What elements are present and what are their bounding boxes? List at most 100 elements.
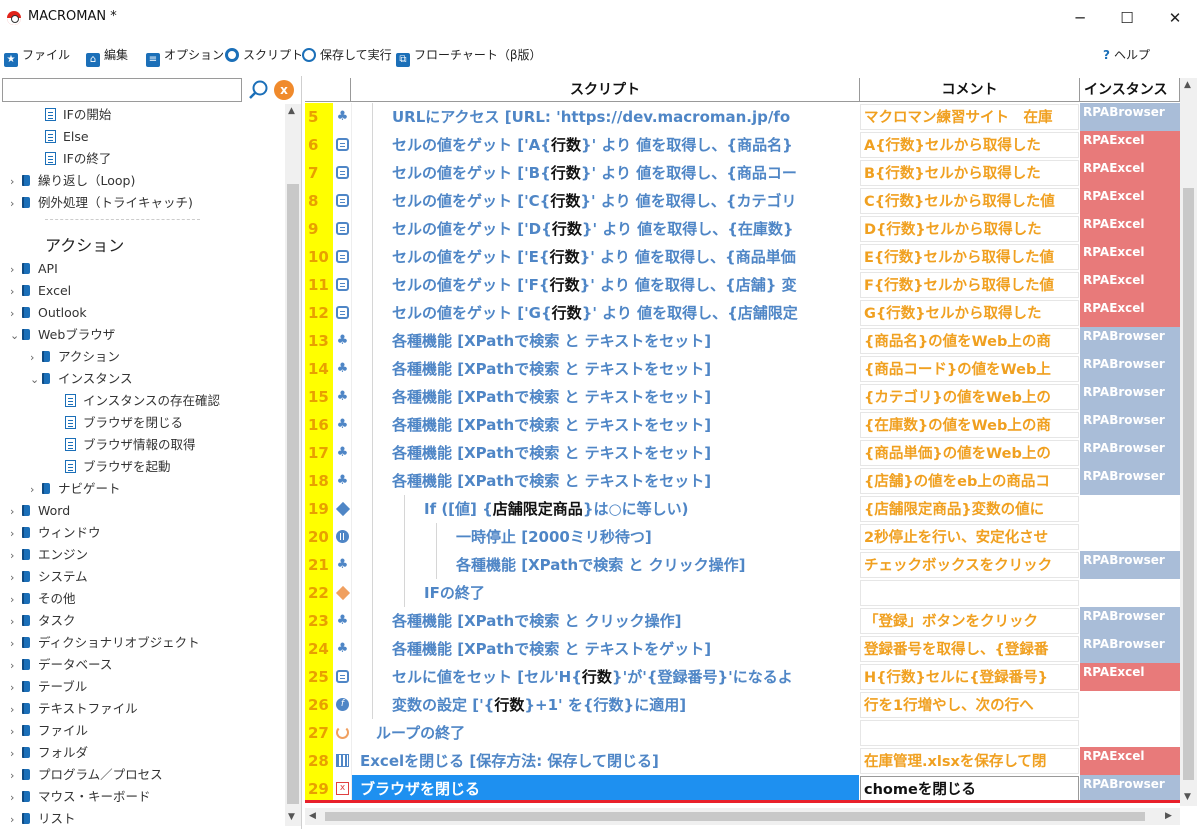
script-cell[interactable]: セルの値をゲット ['C{行数}' より 値を取得し、{カテゴリ <box>351 187 859 215</box>
instance-cell[interactable]: RPAExcel <box>1080 215 1180 243</box>
script-cell[interactable]: 各種機能 [XPathで検索 と クリック操作] <box>351 551 859 579</box>
minimize-button[interactable]: ─ <box>1065 6 1095 30</box>
tree-item-wb-instance[interactable]: ⌄ インスタンス <box>30 368 133 390</box>
chevron-right-icon[interactable]: › <box>10 501 22 523</box>
chevron-right-icon[interactable]: › <box>10 743 22 765</box>
tree-item-program[interactable]: › プログラム／プロセス <box>10 764 163 786</box>
comment-cell[interactable]: B{行数}セルから取得した <box>860 160 1079 186</box>
comment-cell[interactable]: 「登録」ボタンをクリック <box>860 608 1079 634</box>
chevron-right-icon[interactable]: › <box>10 303 22 325</box>
comment-cell[interactable]: H{行数}セルに{登録番号} <box>860 664 1079 690</box>
chevron-right-icon[interactable]: › <box>10 193 22 215</box>
script-row[interactable]: 20 一時停止 [2000ミリ秒待つ] 2秒停止を行い、安定化させ <box>305 523 1180 551</box>
action-search-input[interactable] <box>2 78 242 102</box>
script-cell[interactable]: 一時停止 [2000ミリ秒待つ] <box>351 523 859 551</box>
tree-item-folder[interactable]: › フォルダ <box>10 742 88 764</box>
script-row[interactable]: 27 ループの終了 <box>305 719 1180 747</box>
script-row[interactable]: 22 IFの終了 <box>305 579 1180 607</box>
script-row[interactable]: 17 ♣ 各種機能 [XPathで検索 と テキストをセット] {商品単価}の値をWe… <box>305 439 1180 467</box>
tree-item-web-browser[interactable]: ⌄ Webブラウザ <box>10 324 115 346</box>
script-row[interactable]: 28 Excelを閉じる [保存方法: 保存して閉じる] 在庫管理.xlsxを保存し… <box>305 747 1180 775</box>
comment-cell[interactable]: {商品名}の値をWeb上の商 <box>860 328 1079 354</box>
script-cell[interactable]: ループの終了 <box>351 719 859 747</box>
header-comment[interactable]: コメント <box>860 78 1080 102</box>
chevron-down-icon[interactable]: ⌄ <box>10 325 22 347</box>
scroll-down-icon[interactable]: ▼ <box>1184 792 1191 802</box>
script-row[interactable]: 23 ♣ 各種機能 [XPathで検索 と クリック操作] 「登録」ボタンをクリック R… <box>305 607 1180 635</box>
script-cell[interactable]: 各種機能 [XPathで検索 と テキストをセット] <box>351 411 859 439</box>
instance-cell[interactable] <box>1080 719 1180 747</box>
instance-cell[interactable]: RPABrowser <box>1080 635 1180 663</box>
scroll-down-icon[interactable]: ▼ <box>288 812 295 822</box>
instance-cell[interactable]: RPABrowser <box>1080 327 1180 355</box>
comment-cell[interactable]: A{行数}セルから取得した <box>860 132 1079 158</box>
script-cell[interactable]: セルの値をゲット ['G{行数}' より 値を取得し、{店舗限定 <box>351 299 859 327</box>
edit-menu[interactable]: ⌂ 編集 <box>86 46 128 67</box>
comment-cell[interactable]: {店舗限定商品}変数の値に <box>860 496 1079 522</box>
tree-item-if-start[interactable]: IFの開始 <box>45 104 111 126</box>
script-row[interactable]: 13 ♣ 各種機能 [XPathで検索 と テキストをセット] {商品名}の値をWeb… <box>305 327 1180 355</box>
tree-item-inst-exists[interactable]: インスタンスの存在確認 <box>65 390 220 412</box>
instance-cell[interactable]: RPABrowser <box>1080 467 1180 495</box>
tree-item-other[interactable]: › その他 <box>10 588 76 610</box>
script-row[interactable]: 5 ♣ URLにアクセス [URL: 'https://dev.macroman.j… <box>305 103 1180 131</box>
comment-cell[interactable]: {カテゴリ}の値をWeb上の <box>860 384 1079 410</box>
comment-cell[interactable]: {商品コード}の値をWeb上 <box>860 356 1079 382</box>
script-cell[interactable]: IFの終了 <box>351 579 859 607</box>
header-script[interactable]: スクリプト <box>351 78 860 102</box>
save-run-button[interactable]: 保存して実行 <box>302 46 392 64</box>
tree-item-excel[interactable]: › Excel <box>10 280 71 302</box>
script-row[interactable]: 10 セルの値をゲット ['E{行数}' より 値を取得し、{商品単価 E{行数}セ… <box>305 243 1180 271</box>
tree-scrollbar[interactable]: ▲ ▼ <box>285 104 301 826</box>
comment-cell[interactable]: {在庫数}の値をWeb上の商 <box>860 412 1079 438</box>
tree-item-mouse[interactable]: › マウス・キーボード <box>10 786 151 808</box>
chevron-right-icon[interactable]: › <box>10 809 22 826</box>
instance-cell[interactable]: RPABrowser <box>1080 411 1180 439</box>
comment-cell[interactable] <box>860 580 1079 606</box>
grid-horizontal-scrollbar[interactable]: ◀ ▶ <box>305 808 1180 825</box>
chevron-right-icon[interactable]: › <box>10 523 22 545</box>
instance-cell[interactable]: RPABrowser <box>1080 439 1180 467</box>
instance-cell[interactable] <box>1080 523 1180 551</box>
chevron-right-icon[interactable]: › <box>10 655 22 677</box>
script-cell[interactable]: セルの値をゲット ['E{行数}' より 値を取得し、{商品単価 <box>351 243 859 271</box>
chevron-right-icon[interactable]: › <box>10 281 22 303</box>
script-menu[interactable]: スクリプト <box>225 46 303 64</box>
script-row[interactable]: 29 x ブラウザを閉じる chomeを閉じる RPABrowser <box>305 775 1180 803</box>
comment-cell[interactable]: マクロマン練習サイト 在庫 <box>860 104 1079 130</box>
tree-item-word[interactable]: › Word <box>10 500 70 522</box>
instance-cell[interactable]: RPAExcel <box>1080 299 1180 327</box>
chevron-right-icon[interactable]: › <box>10 567 22 589</box>
chevron-right-icon[interactable]: › <box>10 259 22 281</box>
scrollbar-thumb[interactable] <box>325 812 1145 821</box>
script-row[interactable]: 8 セルの値をゲット ['C{行数}' より 値を取得し、{カテゴリ C{行数}セル… <box>305 187 1180 215</box>
chevron-right-icon[interactable]: › <box>10 171 22 193</box>
script-cell[interactable]: 各種機能 [XPathで検索 と テキストをセット] <box>351 327 859 355</box>
script-row[interactable]: 26 f 変数の設定 ['{行数}+1' を{行数}に適用] 行を1行増やし、次の行へ <box>305 691 1180 719</box>
tree-item-api[interactable]: › API <box>10 258 58 280</box>
tree-item-task[interactable]: › タスク <box>10 610 76 632</box>
help-menu[interactable]: ? ヘルプ <box>1103 46 1150 64</box>
tree-item-dict[interactable]: › ディクショナリオブジェクト <box>10 632 200 654</box>
script-cell[interactable]: セルの値をゲット ['F{行数}' より 値を取得し、{店舗} 変 <box>351 271 859 299</box>
comment-cell[interactable]: 登録番号を取得し、{登録番 <box>860 636 1079 662</box>
instance-cell[interactable] <box>1080 495 1180 523</box>
scrollbar-thumb[interactable] <box>1183 188 1194 780</box>
script-cell[interactable]: セルの値をゲット ['A{行数}' より 値を取得し、{商品名} <box>351 131 859 159</box>
scroll-right-icon[interactable]: ▶ <box>1165 811 1172 821</box>
tree-item-loop[interactable]: › 繰り返し（Loop) <box>10 170 135 192</box>
instance-cell[interactable]: RPAExcel <box>1080 243 1180 271</box>
tree-item-window[interactable]: › ウィンドウ <box>10 522 101 544</box>
script-row[interactable]: 7 セルの値をゲット ['B{行数}' より 値を取得し、{商品コー B{行数}セル… <box>305 159 1180 187</box>
instance-cell[interactable] <box>1080 691 1180 719</box>
script-row[interactable]: 9 セルの値をゲット ['D{行数}' より 値を取得し、{在庫数} D{行数}セル… <box>305 215 1180 243</box>
instance-cell[interactable]: RPABrowser <box>1080 103 1180 131</box>
tree-item-table[interactable]: › テーブル <box>10 676 87 698</box>
tree-item-outlook[interactable]: › Outlook <box>10 302 87 324</box>
chevron-right-icon[interactable]: › <box>10 633 22 655</box>
script-row[interactable]: 25 セルに値をセット [セル'H{行数}'が'{登録番号}'になるよ H{行数}セ… <box>305 663 1180 691</box>
close-button[interactable]: ✕ <box>1160 6 1190 30</box>
script-cell[interactable]: 各種機能 [XPathで検索 と テキストをセット] <box>351 439 859 467</box>
search-icon[interactable] <box>248 79 270 101</box>
instance-cell[interactable]: RPAExcel <box>1080 131 1180 159</box>
